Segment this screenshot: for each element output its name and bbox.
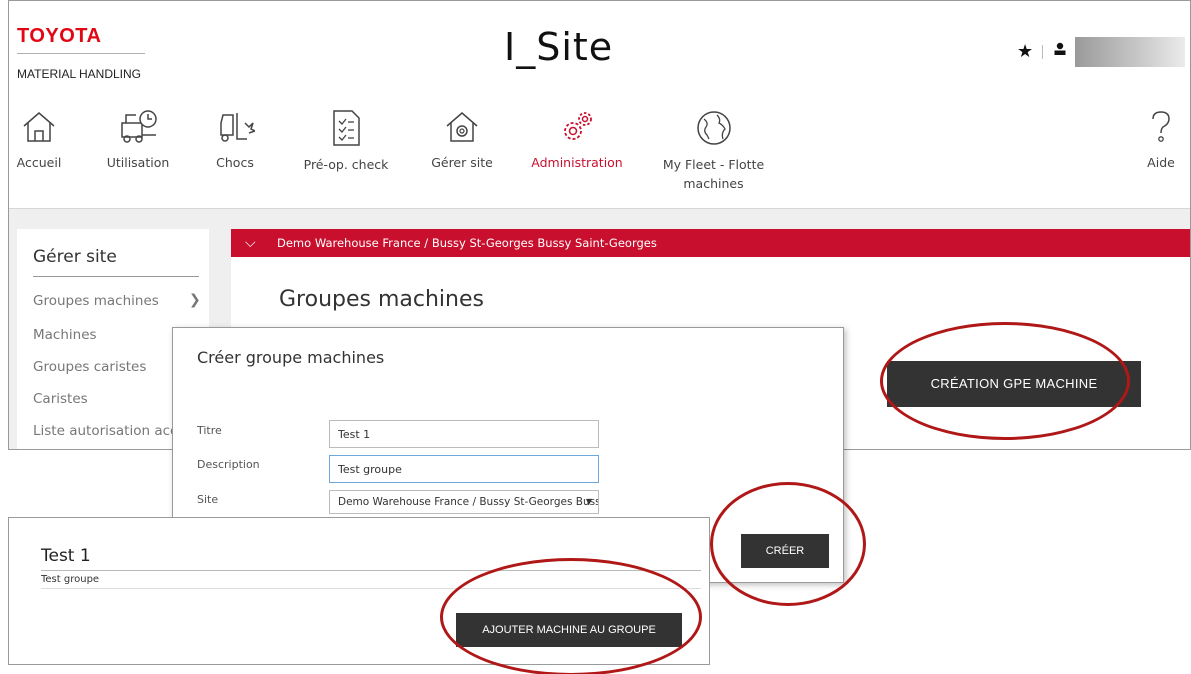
dialog-title: Créer groupe machines: [197, 348, 385, 367]
sidebar-title: Gérer site: [33, 247, 117, 267]
sidebar-item-groupes-machines[interactable]: Groupes machines: [33, 293, 159, 309]
group-description-divider: [41, 588, 701, 589]
checklist-icon: [333, 110, 360, 146]
site-select[interactable]: Demo Warehouse France / Bussy St-Georges…: [329, 490, 599, 514]
top-header: TOYOTA MATERIAL HANDLING I_Site ★ Accuei…: [9, 1, 1190, 209]
nav-pre-op-check[interactable]: Pré-op. check: [291, 109, 401, 174]
app-title: I_Site: [504, 25, 614, 69]
home-icon: [23, 112, 55, 142]
nav-chocs[interactable]: Chocs: [205, 109, 265, 172]
gears-icon: [564, 112, 592, 140]
sidebar-item-caristes[interactable]: Caristes: [33, 391, 88, 407]
forklift-impact-icon: [220, 113, 255, 142]
group-title-divider: [41, 570, 701, 571]
group-description: Test groupe: [41, 574, 100, 585]
nav-label: Utilisation: [106, 155, 170, 170]
sidebar-title-divider: [33, 276, 199, 277]
sidebar-item-machines[interactable]: Machines: [33, 327, 97, 343]
brand-subtitle: MATERIAL HANDLING: [17, 67, 142, 81]
sidebar-item-groupes-caristes[interactable]: Groupes caristes: [33, 359, 146, 375]
nav-utilisation[interactable]: Utilisation: [93, 109, 183, 172]
globe-icon: [696, 111, 731, 145]
nav-label: Aide: [1147, 155, 1175, 170]
house-gear-icon: [446, 112, 478, 142]
screenshot-collage: TOYOTA MATERIAL HANDLING I_Site ★ Accuei…: [0, 0, 1191, 674]
nav-label: Chocs: [216, 155, 254, 170]
group-title: Test 1: [41, 546, 91, 566]
nav-label: Pré-op. check: [303, 157, 389, 172]
page-title: Groupes machines: [279, 287, 484, 312]
nav-label: Gérer site: [431, 155, 493, 170]
question-icon: [1152, 111, 1170, 142]
title-input[interactable]: [329, 420, 599, 448]
favorite-star-icon[interactable]: ★: [1017, 41, 1033, 62]
description-input[interactable]: [329, 455, 599, 483]
create-button[interactable]: CRÉER: [741, 534, 829, 568]
logo-divider: [17, 53, 145, 54]
description-label: Description: [197, 458, 260, 471]
dropdown-arrow-icon: ▼: [585, 497, 592, 506]
chevron-right-icon: ❯: [189, 292, 201, 308]
nav-my-fleet[interactable]: My Fleet - Flotte machines: [651, 109, 776, 193]
create-machine-group-button[interactable]: CRÉATION GPE MACHINE: [887, 361, 1141, 407]
nav-accueil[interactable]: Accueil: [9, 109, 69, 172]
site-select-value: Demo Warehouse France / Bussy St-Georges…: [338, 496, 598, 508]
nav-aide[interactable]: Aide: [1141, 109, 1181, 172]
nav-gerer-site[interactable]: Gérer site: [417, 109, 507, 172]
nav-label: My Fleet - Flotte machines: [662, 157, 765, 191]
header-separator: [1042, 45, 1043, 59]
nav-label: Accueil: [16, 155, 62, 170]
chevron-down-icon[interactable]: ⌵: [245, 229, 256, 257]
nav-administration[interactable]: Administration: [517, 109, 637, 172]
group-detail-panel: Test 1 Test groupe AJOUTER MACHINE AU GR…: [8, 517, 710, 665]
site-label: Site: [197, 493, 219, 506]
location-bar[interactable]: ⌵ Demo Warehouse France / Bussy St-Georg…: [231, 229, 1190, 257]
user-icon[interactable]: [1053, 41, 1067, 60]
user-name-redacted[interactable]: [1075, 37, 1185, 67]
add-machine-to-group-button[interactable]: AJOUTER MACHINE AU GROUPE: [456, 613, 682, 647]
title-label: Titre: [197, 424, 222, 437]
location-text: Demo Warehouse France / Bussy St-Georges…: [277, 236, 657, 250]
forklift-clock-icon: [121, 110, 157, 143]
sidebar-item-liste-autorisation[interactable]: Liste autorisation accès: [33, 423, 193, 439]
nav-label: Administration: [531, 155, 623, 170]
brand-logo[interactable]: TOYOTA: [17, 25, 101, 48]
